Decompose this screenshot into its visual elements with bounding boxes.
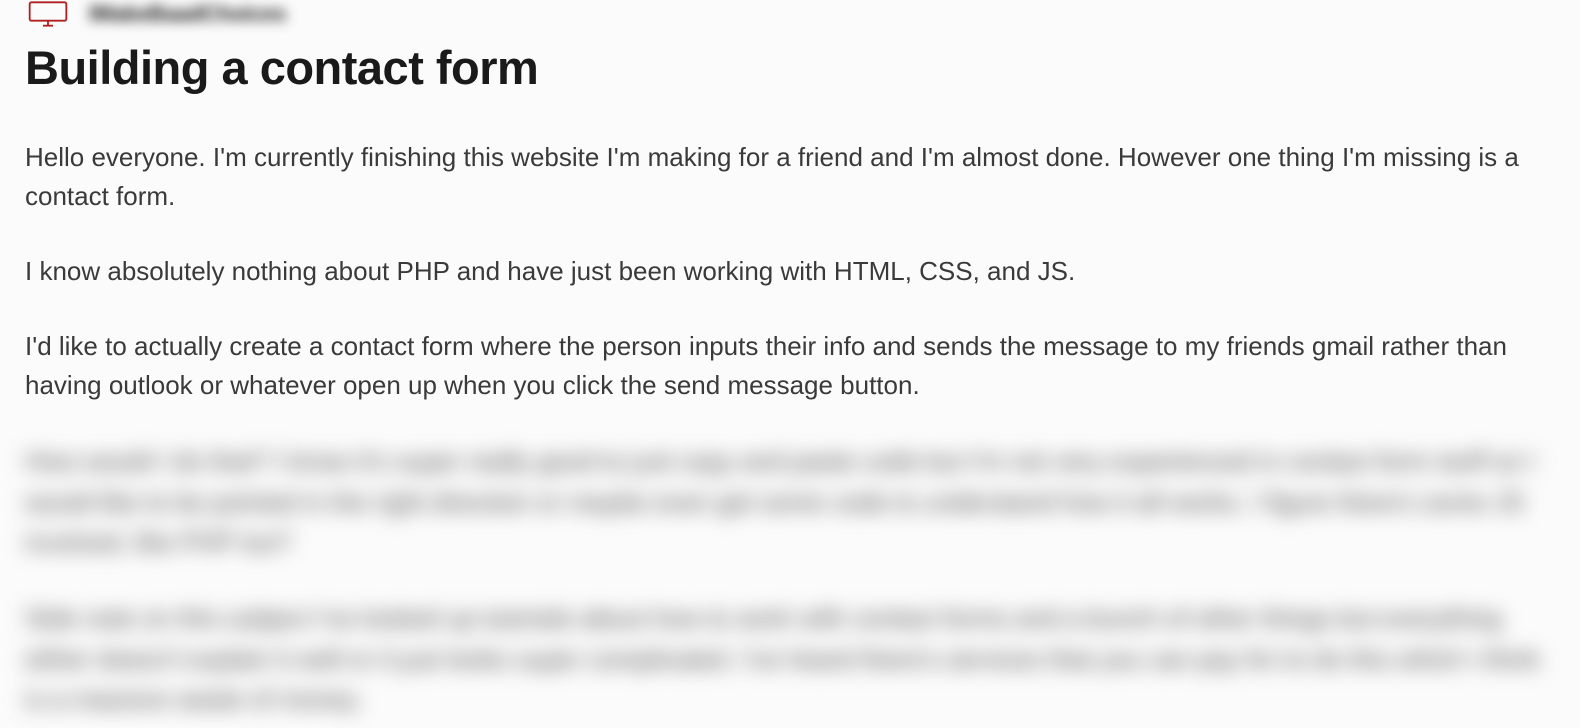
post-paragraph: I know absolutely nothing about PHP and …: [25, 252, 1555, 291]
post-body: Hello everyone. I'm currently finishing …: [25, 138, 1555, 405]
monitor-icon: [28, 0, 68, 28]
blurred-content: How would I do that? I know it's super r…: [25, 441, 1555, 719]
username[interactable]: IMakeBaadChoices: [89, 1, 286, 27]
post-paragraph-blurred: Side note on this subject I've looked up…: [25, 598, 1555, 719]
post-header: IMakeBaadChoices: [25, 0, 1555, 28]
post-paragraph: Hello everyone. I'm currently finishing …: [25, 138, 1555, 216]
post-paragraph: I'd like to actually create a contact fo…: [25, 327, 1555, 405]
post-title: Building a contact form: [25, 40, 1555, 96]
avatar[interactable]: [25, 0, 71, 28]
post-paragraph-blurred: How would I do that? I know it's super r…: [25, 441, 1555, 562]
